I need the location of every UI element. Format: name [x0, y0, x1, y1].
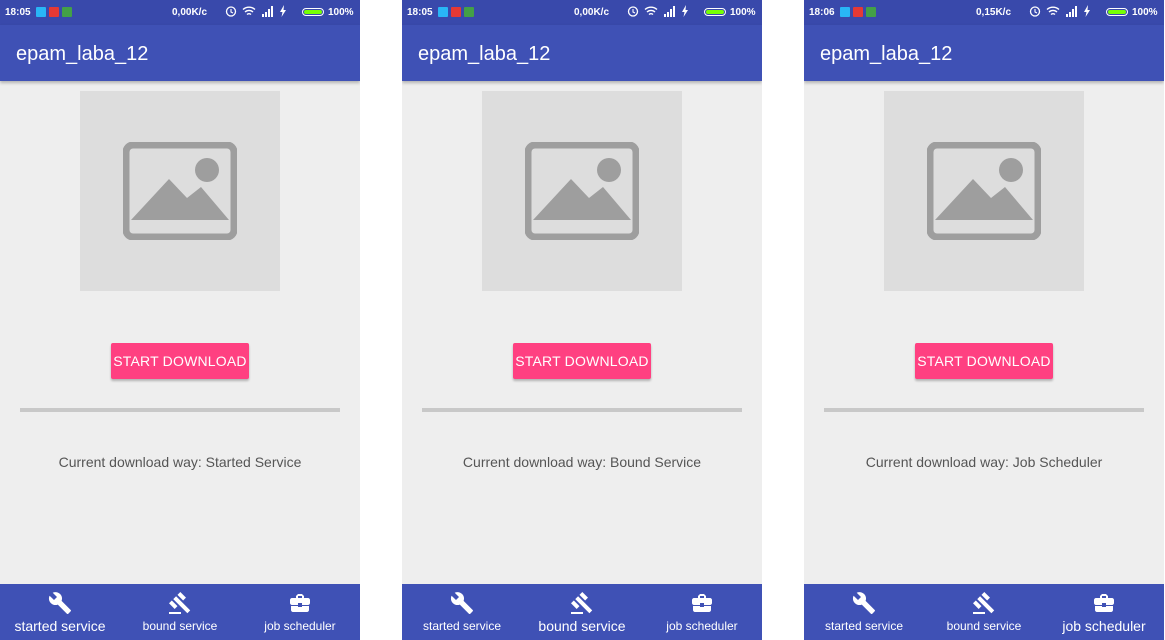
nav-item-job-scheduler[interactable]: job scheduler [240, 584, 360, 640]
nav-label: bound service [142, 619, 218, 633]
battery-icon [704, 8, 726, 16]
battery-level [1108, 10, 1126, 14]
youtube-notification-icon [853, 7, 863, 17]
app-notification-icon [464, 7, 474, 17]
app-bar: epam_laba_12 [402, 25, 762, 81]
battery-percent: 100% [1132, 7, 1158, 18]
system-icons [1029, 5, 1090, 17]
start-download-button[interactable]: START DOWNLOAD [111, 343, 249, 379]
app-title: epam_laba_12 [820, 43, 953, 65]
battery-level [304, 10, 322, 14]
current-download-way: Current download way: Job Scheduler [865, 454, 1103, 470]
wrench-icon [48, 592, 71, 614]
network-speed: 0,15K/c [976, 7, 1012, 18]
charging-icon [1084, 5, 1090, 17]
signal-icon [664, 6, 675, 17]
current-download-way: Current download way: Started Service [58, 454, 302, 470]
status-time: 18:05 [407, 7, 433, 18]
image-placeholder [884, 91, 1084, 291]
alarm-icon [225, 6, 237, 17]
app-bar: epam_laba_12 [804, 25, 1164, 81]
briefcase-icon [692, 594, 712, 612]
nav-label: bound service [946, 619, 1022, 633]
app-notification-icon [438, 7, 448, 17]
wifi-icon [644, 6, 658, 16]
battery-percent: 100% [730, 7, 756, 18]
notification-icons [36, 7, 72, 17]
charging-icon [682, 5, 688, 17]
charging-icon [280, 5, 286, 17]
start-download-button[interactable]: START DOWNLOAD [513, 343, 651, 379]
nav-label: job scheduler [666, 619, 738, 633]
battery-percent: 100% [328, 7, 354, 18]
status-time: 18:05 [5, 7, 31, 18]
wrench-icon [450, 592, 473, 614]
nav-item-bound-service[interactable]: bound service [120, 584, 240, 640]
battery-level [706, 10, 724, 14]
bottom-navigation: started service bound service job schedu… [0, 584, 360, 640]
alarm-icon [627, 6, 639, 17]
nav-label: bound service [538, 618, 626, 634]
bottom-navigation: started service bound service job schedu… [402, 584, 762, 640]
app-notification-icon [36, 7, 46, 17]
wrench-icon [852, 592, 875, 614]
status-time: 18:06 [809, 7, 835, 18]
app-title: epam_laba_12 [16, 43, 149, 65]
app-notification-icon [62, 7, 72, 17]
nav-label: job scheduler [1062, 618, 1146, 634]
start-download-button[interactable]: START DOWNLOAD [915, 343, 1053, 379]
app-notification-icon [840, 7, 850, 17]
youtube-notification-icon [451, 7, 461, 17]
nav-label: started service [824, 619, 904, 633]
image-placeholder-icon [927, 142, 1041, 240]
download-progress-bar [20, 408, 340, 412]
briefcase-icon [290, 594, 310, 612]
network-speed: 0,00K/c [574, 7, 610, 18]
nav-label: started service [14, 618, 106, 634]
gavel-icon [973, 592, 995, 614]
status-bar: 18:05 0,00K/c 100% [402, 0, 762, 25]
current-download-way: Current download way: Bound Service [462, 454, 702, 470]
nav-item-started-service[interactable]: started service [804, 584, 924, 640]
app-bar: epam_laba_12 [0, 25, 360, 81]
briefcase-icon [1094, 594, 1114, 612]
image-placeholder [80, 91, 280, 291]
image-placeholder-icon [123, 142, 237, 240]
gavel-icon [169, 592, 191, 614]
download-progress-bar [824, 408, 1144, 412]
nav-item-job-scheduler[interactable]: job scheduler [642, 584, 762, 640]
download-progress-bar [422, 408, 742, 412]
gavel-icon [571, 592, 593, 614]
status-bar: 18:05 0,00K/c 100% [0, 0, 360, 25]
phone-screen-bound-service: 18:05 0,00K/c 100% epam_laba_12 START DO… [402, 0, 762, 640]
bottom-navigation: started service bound service job schedu… [804, 584, 1164, 640]
app-notification-icon [866, 7, 876, 17]
phone-screen-job-scheduler: 18:06 0,15K/c 100% epam_laba_12 START DO… [804, 0, 1164, 640]
alarm-icon [1029, 6, 1041, 17]
nav-item-started-service[interactable]: started service [402, 584, 522, 640]
nav-item-bound-service[interactable]: bound service [522, 584, 642, 640]
notification-icons [438, 7, 474, 17]
youtube-notification-icon [49, 7, 59, 17]
phone-screen-started-service: 18:05 0,00K/c 100% epam_laba_12 START DO… [0, 0, 360, 640]
notification-icons [840, 7, 876, 17]
battery-icon [1106, 8, 1128, 16]
system-icons [225, 5, 286, 17]
image-placeholder-icon [525, 142, 639, 240]
wifi-icon [1046, 6, 1060, 16]
image-placeholder [482, 91, 682, 291]
signal-icon [262, 6, 273, 17]
battery-icon [302, 8, 324, 16]
nav-item-job-scheduler[interactable]: job scheduler [1044, 584, 1164, 640]
system-icons [627, 5, 688, 17]
network-speed: 0,00K/c [172, 7, 208, 18]
signal-icon [1066, 6, 1077, 17]
nav-label: started service [422, 619, 502, 633]
wifi-icon [242, 6, 256, 16]
status-bar: 18:06 0,15K/c 100% [804, 0, 1164, 25]
nav-label: job scheduler [264, 619, 336, 633]
app-title: epam_laba_12 [418, 43, 551, 65]
nav-item-started-service[interactable]: started service [0, 584, 120, 640]
nav-item-bound-service[interactable]: bound service [924, 584, 1044, 640]
